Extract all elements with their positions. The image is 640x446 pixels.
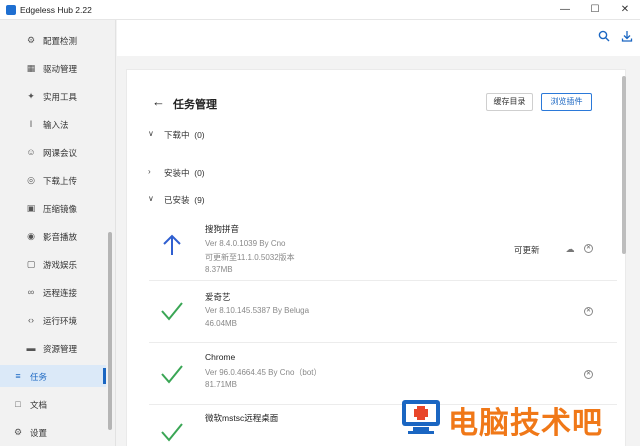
sidebar-item-tools[interactable]: ✦ 实用工具 (0, 85, 106, 107)
link-icon: ∞ (27, 287, 35, 297)
app-name: 爱奇艺 (205, 292, 231, 302)
app-size: 46.04MB (205, 319, 238, 328)
people-icon: ☺ (26, 147, 36, 157)
sidebar-item-label: 运行环境 (43, 316, 78, 326)
sidebar-item-compress-image[interactable]: ▣ 压缩镜像 (0, 197, 106, 219)
sidebar-item-label: 远程连接 (43, 288, 78, 298)
sidebar-item-settings[interactable]: ⚙ 设置 (0, 421, 106, 443)
sidebar-item-games[interactable]: ▢ 游戏娱乐 (0, 253, 106, 275)
sidebar: ⚙ 配置检测 ▦ 驱动管理 ✦ 实用工具 I 输入法 ☺ 网课会议 ◎ 下载上传… (0, 20, 116, 446)
settings-icon: ⚙ (13, 427, 23, 437)
chevron-down-icon: ∨ (148, 194, 154, 203)
remove-icon[interactable]: ✕ (584, 244, 593, 253)
panel-scrollbar[interactable] (622, 76, 626, 254)
app-update-info: 可更新至11.1.0.5032版本 (205, 253, 295, 262)
sidebar-item-docs[interactable]: □ 文档 (0, 393, 106, 415)
table-row[interactable]: 搜狗拼音 Ver 8.4.0.1039 By Cno 可更新至11.1.0.50… (149, 214, 617, 281)
top-bar (117, 20, 640, 56)
sidebar-item-remote[interactable]: ∞ 远程连接 (0, 281, 106, 303)
gamepad-icon: ▢ (26, 259, 36, 269)
section-label: 安装中 (164, 168, 190, 178)
sidebar-item-input-method[interactable]: I 输入法 (0, 113, 106, 135)
section-installed[interactable]: ∨ 已安装 (9) (148, 194, 268, 206)
app-version: Ver 96.0.4664.45 By Cno（bot） (205, 368, 322, 377)
sidebar-item-label: 游戏娱乐 (43, 260, 78, 270)
remove-icon[interactable]: ✕ (584, 307, 593, 316)
sidebar-item-tasks[interactable]: ≡ 任务 (0, 365, 106, 387)
sidebar-item-label: 输入法 (43, 120, 69, 130)
watermark: 电脑技术吧 (398, 394, 632, 441)
sidebar-item-label: 配置检测 (43, 36, 78, 46)
sidebar-scrollbar[interactable] (108, 232, 112, 430)
gear-icon: ⚙ (26, 35, 36, 45)
app-version: Ver 8.10.145.5387 By Beluga (205, 306, 310, 315)
sidebar-item-label: 网课会议 (43, 148, 78, 158)
text-cursor-icon: I (29, 119, 33, 129)
section-downloading[interactable]: ∨ 下载中 (0) (148, 129, 268, 141)
table-row[interactable]: 爱奇艺 Ver 8.10.145.5387 By Beluga 46.04MB … (149, 281, 617, 343)
cloud-update-icon[interactable]: ☁ (565, 244, 575, 254)
sidebar-item-resources[interactable]: ▬ 资源管理 (0, 337, 106, 359)
chevron-right-icon: › (148, 167, 151, 176)
page-title: 任务管理 (173, 99, 217, 111)
sidebar-item-label: 任务 (30, 372, 48, 382)
sidebar-item-label: 文档 (30, 400, 48, 410)
sidebar-item-label: 实用工具 (43, 92, 78, 102)
checkmark-icon (161, 302, 183, 321)
arrow-up-icon (163, 234, 181, 255)
list-icon: ≡ (15, 371, 21, 381)
code-icon: ‹› (28, 315, 34, 325)
sidebar-item-label: 设置 (30, 428, 48, 438)
app-version: Ver 8.4.0.1039 By Cno (205, 239, 286, 248)
section-label: 下载中 (164, 130, 190, 140)
folder-icon: ▬ (26, 343, 36, 353)
sidebar-item-meetings[interactable]: ☺ 网课会议 (0, 141, 106, 163)
app-name: 搜狗拼音 (205, 224, 240, 234)
sidebar-item-label: 下载上传 (43, 176, 78, 186)
section-installing[interactable]: › 安装中 (0) (148, 167, 268, 179)
sidebar-item-label: 影音播放 (43, 232, 78, 242)
app-size: 8.37MB (205, 265, 233, 274)
document-icon: □ (15, 399, 21, 409)
active-indicator (103, 368, 106, 384)
checkmark-icon (161, 423, 183, 442)
close-icon[interactable]: ✕ (610, 0, 640, 20)
globe-icon: ◎ (27, 175, 35, 185)
title-bar: Edgeless Hub 2.22 — ☐ ✕ (0, 0, 640, 20)
window-title: Edgeless Hub 2.22 (20, 5, 92, 15)
section-count: (0) (194, 168, 205, 178)
sidebar-item-config-check[interactable]: ⚙ 配置检测 (0, 29, 106, 51)
maximize-icon[interactable]: ☐ (580, 0, 610, 20)
app-size: 81.71MB (205, 380, 238, 389)
cache-dir-button[interactable]: 缓存目录 (486, 93, 533, 111)
archive-icon: ▣ (26, 203, 36, 213)
browse-plugins-button[interactable]: 浏览插件 (541, 93, 592, 111)
watermark-logo-icon (402, 400, 440, 434)
sidebar-item-label: 资源管理 (43, 344, 78, 354)
checkmark-icon (161, 365, 183, 384)
sidebar-item-drivers[interactable]: ▦ 驱动管理 (0, 57, 106, 79)
download-icon[interactable] (620, 30, 634, 44)
sidebar-item-label: 驱动管理 (43, 64, 78, 74)
chevron-down-icon: ∨ (148, 129, 154, 138)
sidebar-item-media-player[interactable]: ◉ 影音播放 (0, 225, 106, 247)
sidebar-item-runtime[interactable]: ‹› 运行环境 (0, 309, 106, 331)
driver-icon: ▦ (26, 63, 36, 73)
app-logo-icon (6, 5, 16, 15)
sidebar-item-download-upload[interactable]: ◎ 下载上传 (0, 169, 106, 191)
app-name: Chrome (205, 352, 236, 362)
film-icon: ◉ (27, 231, 35, 241)
minimize-icon[interactable]: — (550, 0, 580, 20)
search-icon[interactable] (597, 30, 611, 44)
update-available-label: 可更新 (514, 245, 540, 255)
section-count: (0) (194, 130, 205, 140)
sidebar-item-label: 压缩镜像 (43, 204, 78, 214)
wrench-icon: ✦ (27, 91, 35, 101)
app-name: 微软mstsc远程桌面 (205, 413, 279, 423)
section-count: (9) (194, 195, 205, 205)
back-arrow-icon[interactable]: ← (152, 95, 165, 109)
remove-icon[interactable]: ✕ (584, 370, 593, 379)
watermark-text: 电脑技术吧 (448, 406, 603, 441)
section-label: 已安装 (164, 195, 190, 205)
